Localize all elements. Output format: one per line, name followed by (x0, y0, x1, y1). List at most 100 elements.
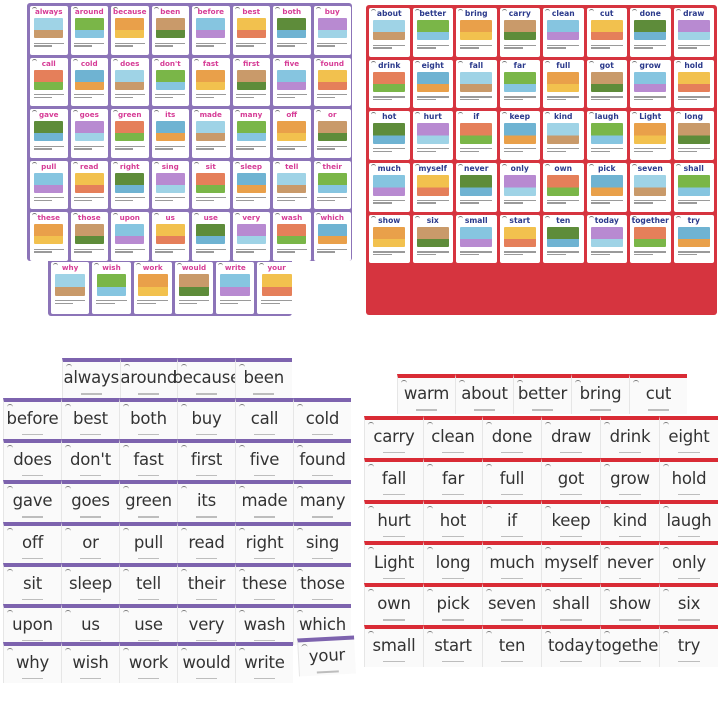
example-sentence (590, 43, 623, 49)
hook-icon (675, 215, 681, 220)
illustration (590, 175, 623, 196)
picture-card-word: goes (79, 110, 99, 119)
illustration (155, 18, 185, 39)
hook-icon (7, 568, 13, 573)
example-sentence (220, 299, 251, 305)
word-card: found (293, 439, 351, 481)
word-card: before (3, 398, 61, 440)
word-card: these (235, 562, 293, 604)
word-card-footer (253, 475, 276, 477)
hook-icon (301, 643, 308, 649)
picture-card-word: never (464, 164, 489, 174)
example-sentence (114, 93, 145, 99)
word-card-text: green (125, 491, 172, 511)
picture-card: fast (192, 57, 230, 106)
word-card-footer (677, 494, 701, 496)
example-sentence (503, 250, 536, 256)
hook-icon (153, 161, 159, 166)
picture-card: try (673, 214, 714, 264)
hook-icon (65, 568, 71, 573)
hook-icon (545, 215, 550, 220)
word-card-footer (195, 598, 218, 600)
example-sentence (590, 250, 623, 256)
hook-icon (414, 60, 420, 65)
word-card: seven (482, 583, 541, 625)
hook-icon (401, 380, 407, 384)
hook-icon (275, 7, 280, 11)
illustration (373, 226, 406, 248)
picture-card: both (273, 6, 311, 55)
picture-card-word: does (120, 58, 140, 68)
hook-icon (545, 463, 551, 468)
word-card-text: gave (12, 491, 53, 511)
picture-card: us (151, 212, 189, 261)
illustration (236, 172, 266, 193)
hook-icon (7, 404, 13, 408)
word-card: around (119, 358, 177, 398)
hook-icon (7, 648, 13, 652)
hook-icon (632, 60, 637, 65)
picture-card: call (30, 57, 68, 106)
picture-card-word: pick (597, 164, 616, 174)
word-card-text: use (134, 614, 163, 634)
example-sentence (373, 199, 406, 205)
word-card-footer (618, 619, 642, 621)
hook-icon (663, 589, 669, 593)
picture-card-word: own (554, 164, 573, 174)
word-card-text: buy (191, 409, 222, 428)
example-sentence (416, 199, 449, 205)
word-card: your (297, 635, 356, 677)
picture-card-word: why (61, 263, 79, 272)
picture-card: found (313, 57, 351, 106)
example-sentence (236, 93, 267, 99)
picture-card: five (273, 57, 311, 106)
example-sentence (33, 247, 64, 253)
picture-card-word: wash (281, 213, 303, 222)
word-card-text: these (242, 573, 287, 593)
picture-card-word: call (41, 58, 56, 68)
word-card-text: which (298, 614, 347, 634)
hook-icon (632, 164, 637, 168)
word-card-text: sit (22, 573, 43, 593)
picture-card: cold (70, 57, 108, 106)
example-sentence (547, 95, 580, 101)
word-card: always (62, 358, 120, 398)
word-card-text: because (172, 368, 241, 388)
word-card-footer (382, 494, 406, 496)
hook-icon (675, 164, 681, 168)
word-card-text: made (241, 491, 288, 511)
word-card: sing (293, 521, 351, 563)
word-card: full (482, 457, 541, 500)
word-card-text: sing (305, 532, 340, 552)
hook-icon (675, 9, 681, 13)
hook-icon (501, 215, 507, 220)
example-sentence (276, 196, 307, 202)
word-card: if (482, 499, 541, 542)
example-sentence (634, 199, 667, 205)
illustration (547, 20, 580, 41)
picture-card: sit (192, 160, 230, 209)
hook-icon (181, 568, 187, 573)
word-card: eight (659, 416, 718, 458)
illustration (115, 69, 145, 90)
illustration (677, 123, 710, 144)
word-card-text: far (441, 469, 465, 489)
hook-icon (458, 60, 463, 65)
hook-icon (371, 215, 376, 220)
picture-card: eight (412, 59, 453, 109)
picture-card-word: fast (202, 58, 219, 68)
example-sentence (634, 147, 667, 153)
word-card-text: seven (487, 594, 537, 614)
word-card-footer (311, 598, 334, 600)
picture-card: show (369, 214, 410, 264)
word-card-text: shall (552, 594, 590, 614)
word-card-text: or (82, 532, 99, 552)
word-card: buy (177, 398, 235, 440)
picture-card: carry (499, 8, 540, 57)
example-sentence (503, 199, 536, 205)
illustration (317, 69, 347, 90)
hook-icon (368, 547, 374, 551)
illustration (416, 123, 449, 144)
word-card-footer (382, 577, 406, 579)
red-picture-card-grid: about better bring carry clean cut done draw dri… (369, 8, 714, 264)
